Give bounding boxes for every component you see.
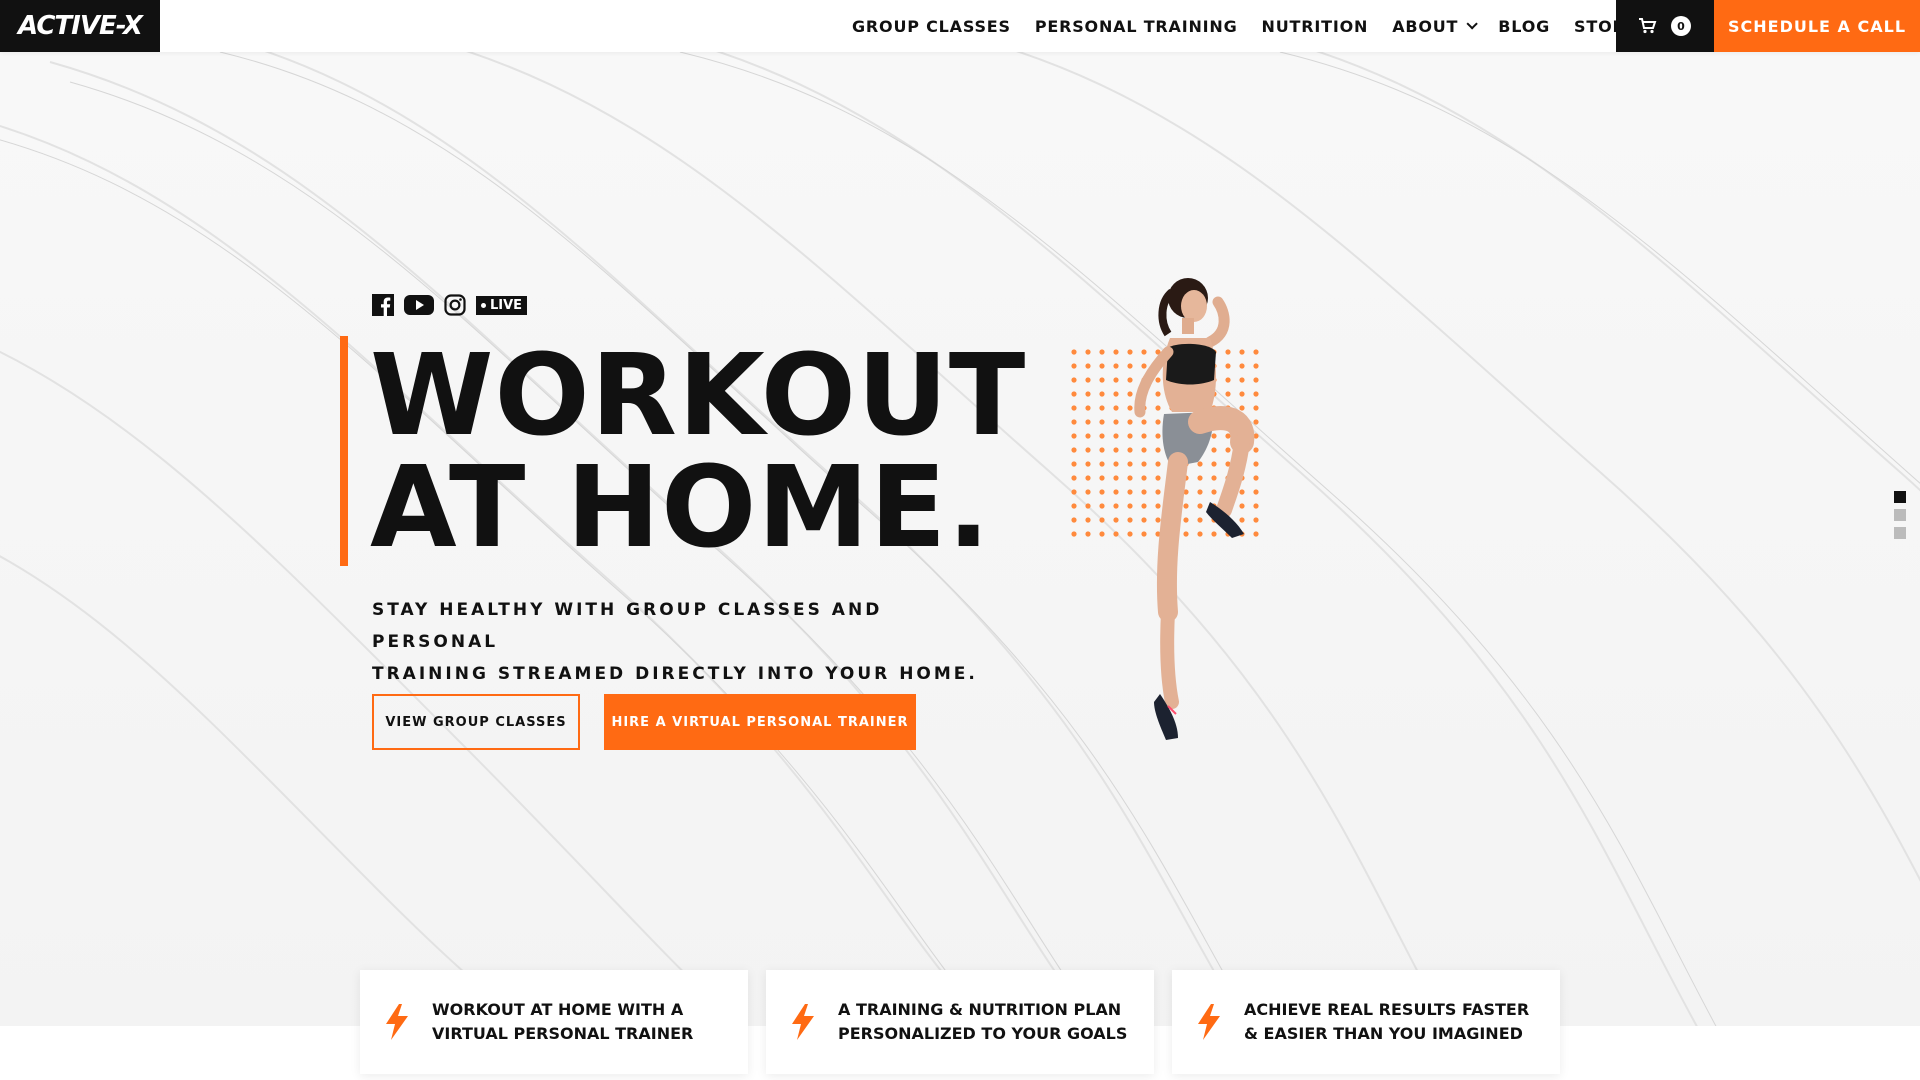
- subhead-line-1: STAY HEALTHY WITH GROUP CLASSES AND PERS…: [372, 600, 883, 652]
- instagram-icon[interactable]: [444, 294, 466, 316]
- feature-text-line-1: WORKOUT AT HOME WITH A: [432, 1000, 684, 1019]
- feature-text: WORKOUT AT HOME WITH A VIRTUAL PERSONAL …: [432, 998, 732, 1046]
- headline-accent-bar: [340, 336, 348, 566]
- cart-button[interactable]: 0: [1616, 0, 1714, 52]
- hire-trainer-button[interactable]: HIRE A VIRTUAL PERSONAL TRAINER: [604, 694, 916, 750]
- cart-count-badge: 0: [1671, 16, 1691, 36]
- feature-card: A TRAINING & NUTRITION PLAN PERSONALIZED…: [766, 970, 1154, 1074]
- live-label: LIVE: [490, 297, 523, 313]
- lightning-bolt-icon: [1198, 1004, 1220, 1040]
- headline-line-1: WORKOUT: [370, 331, 1027, 461]
- hero-subheading: STAY HEALTHY WITH GROUP CLASSES AND PERS…: [372, 594, 1012, 690]
- feature-card: WORKOUT AT HOME WITH A VIRTUAL PERSONAL …: [360, 970, 748, 1074]
- youtube-icon[interactable]: [404, 294, 434, 316]
- slide-indicator: [1894, 491, 1906, 539]
- feature-text-line-1: ACHIEVE REAL RESULTS FASTER: [1244, 1000, 1530, 1019]
- subhead-line-2: TRAINING STREAMED DIRECTLY INTO YOUR HOM…: [372, 664, 978, 684]
- slide-dot-2[interactable]: [1894, 509, 1906, 521]
- headline-line-2: AT HOME.: [370, 443, 991, 573]
- live-dot-icon: [481, 302, 486, 308]
- cart-icon: [1639, 18, 1657, 34]
- lightning-bolt-icon: [792, 1004, 814, 1040]
- slide-dot-1[interactable]: [1894, 491, 1906, 503]
- nav-item-about-label: ABOUT: [1392, 16, 1459, 36]
- hero-headline: WORKOUT AT HOME.: [370, 340, 1090, 564]
- site-header: ACTIVE-X GROUP CLASSES PERSONAL TRAINING…: [0, 0, 1920, 52]
- feature-text-line-2: & EASIER THAN YOU IMAGINED: [1244, 1024, 1523, 1043]
- chevron-down-icon: [1466, 18, 1479, 30]
- feature-text-line-2: VIRTUAL PERSONAL TRAINER: [432, 1024, 694, 1043]
- athlete-image: [1071, 278, 1259, 740]
- facebook-icon[interactable]: [372, 294, 394, 316]
- view-group-classes-button[interactable]: VIEW GROUP CLASSES: [372, 694, 580, 750]
- schedule-call-button[interactable]: SCHEDULE A CALL: [1714, 0, 1920, 52]
- feature-text: ACHIEVE REAL RESULTS FASTER & EASIER THA…: [1244, 998, 1544, 1046]
- main-nav: GROUP CLASSES PERSONAL TRAINING NUTRITIO…: [852, 0, 1661, 52]
- feature-text: A TRAINING & NUTRITION PLAN PERSONALIZED…: [838, 998, 1138, 1046]
- feature-text-line-1: A TRAINING & NUTRITION PLAN: [838, 1000, 1122, 1019]
- feature-cards: WORKOUT AT HOME WITH A VIRTUAL PERSONAL …: [360, 970, 1560, 1074]
- live-badge[interactable]: LIVE: [476, 295, 528, 315]
- lightning-bolt-icon: [386, 1004, 408, 1040]
- logo-text: ACTIVE-X: [18, 11, 143, 41]
- slide-dot-3[interactable]: [1894, 527, 1906, 539]
- nav-item-nutrition[interactable]: NUTRITION: [1262, 17, 1369, 36]
- logo[interactable]: ACTIVE-X: [0, 0, 160, 52]
- feature-card: ACHIEVE REAL RESULTS FASTER & EASIER THA…: [1172, 970, 1560, 1074]
- feature-text-line-2: PERSONALIZED TO YOUR GOALS: [838, 1024, 1128, 1043]
- nav-item-personal-training[interactable]: PERSONAL TRAINING: [1035, 17, 1238, 36]
- nav-item-about[interactable]: ABOUT: [1392, 16, 1479, 36]
- nav-item-group-classes[interactable]: GROUP CLASSES: [852, 17, 1011, 36]
- social-links: LIVE: [372, 294, 528, 316]
- nav-item-blog[interactable]: BLOG: [1498, 17, 1550, 36]
